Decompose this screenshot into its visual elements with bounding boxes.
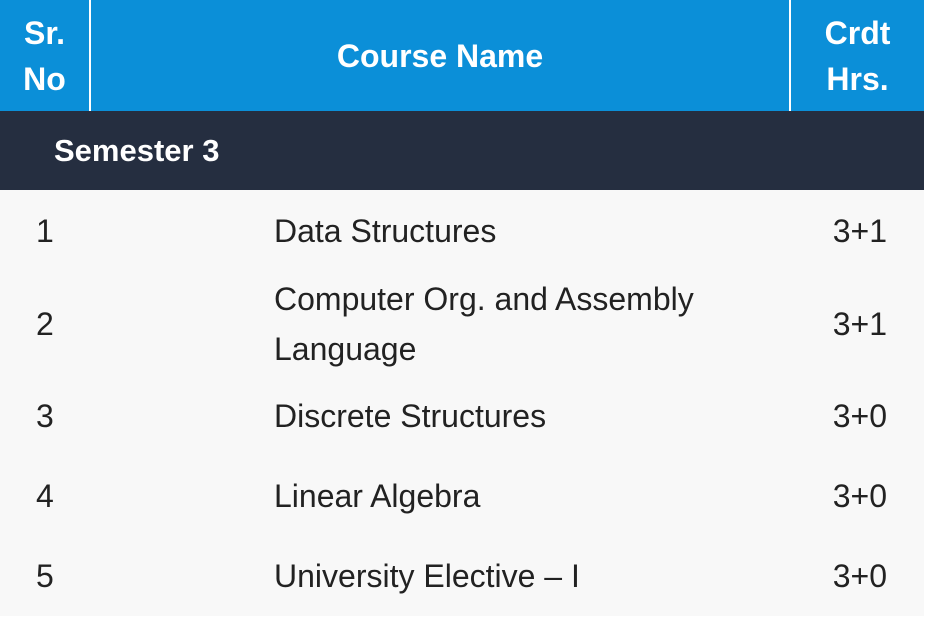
section-title: Semester 3	[54, 132, 220, 168]
table-header-row: Sr. No Course Name Crdt Hrs.	[0, 0, 925, 111]
header-crdt-line2: Hrs.	[826, 60, 889, 97]
section-row-semester: Semester 3	[0, 111, 925, 190]
header-sr-line2: No	[23, 60, 66, 97]
cell-course-name: University Elective – I	[274, 536, 791, 616]
cell-credit: 3+0	[790, 456, 925, 536]
course-table: Sr. No Course Name Crdt Hrs. Semester 3 …	[0, 0, 925, 616]
cell-credit: 3+0	[790, 536, 925, 616]
cell-sr: 5	[0, 536, 90, 616]
header-sr-line1: Sr.	[24, 14, 65, 51]
cell-credit: 3+1	[790, 272, 925, 376]
header-course-name: Course Name	[336, 37, 544, 74]
cell-credit: 3+0	[790, 376, 925, 456]
cell-sr: 3	[0, 376, 90, 456]
table-row: 4 Linear Algebra 3+0	[0, 456, 925, 536]
cell-course-name: Linear Algebra	[274, 456, 791, 536]
cell-sr: 4	[0, 456, 90, 536]
header-crdt-line1: Crdt	[824, 14, 891, 51]
cell-sr: 2	[0, 272, 90, 376]
cell-course-name: Discrete Structures	[274, 376, 791, 456]
cell-credit: 3+1	[790, 190, 925, 272]
table-row: 1 Data Structures 3+1	[0, 190, 925, 272]
header-sr-no: Sr. No	[0, 0, 91, 111]
table-row: 3 Discrete Structures 3+0	[0, 376, 925, 456]
table-row: 5 University Elective – I 3+0	[0, 536, 925, 616]
header-credit-hours: Crdt Hrs.	[789, 0, 925, 111]
cell-sr: 1	[0, 190, 90, 272]
table-row: 2 Computer Org. and Assembly Language 3+…	[0, 272, 925, 376]
cell-course-name: Computer Org. and Assembly Language	[274, 272, 791, 376]
cell-course-name: Data Structures	[274, 190, 791, 272]
